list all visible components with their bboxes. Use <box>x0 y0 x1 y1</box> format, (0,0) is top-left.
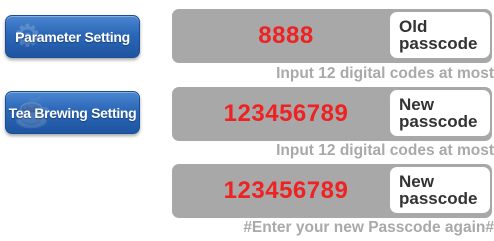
old-passcode-label: Old passcode <box>399 17 478 53</box>
new-passcode-field[interactable]: 123456789 New passcode <box>172 87 492 141</box>
new-passcode-label-box: New passcode <box>390 90 490 136</box>
confirm-passcode-label: New passcode <box>399 172 478 208</box>
confirm-passcode-value[interactable]: 123456789 <box>172 164 400 218</box>
old-passcode-hint: Input 12 digital codes at most <box>276 65 494 82</box>
confirm-passcode-label-box: New passcode <box>390 167 490 213</box>
tea-brewing-setting-label: Tea Brewing Setting <box>8 104 137 121</box>
confirm-passcode-field[interactable]: 123456789 New passcode <box>172 164 492 218</box>
confirm-passcode-hint: #Enter your new Passcode again# <box>243 219 494 236</box>
new-passcode-label: New passcode <box>399 95 478 131</box>
tea-brewing-setting-button[interactable]: ☕ Tea Brewing Setting <box>5 91 140 134</box>
new-passcode-hint: Input 12 digital codes at most <box>276 142 494 159</box>
old-passcode-label-box: Old passcode <box>390 12 490 58</box>
new-passcode-value[interactable]: 123456789 <box>172 87 400 141</box>
old-passcode-value[interactable]: 8888 <box>172 9 400 63</box>
old-passcode-field[interactable]: 8888 Old passcode <box>172 9 492 63</box>
parameter-setting-label: Parameter Setting <box>15 28 130 45</box>
parameter-setting-button[interactable]: ⚙ Parameter Setting <box>5 15 140 58</box>
